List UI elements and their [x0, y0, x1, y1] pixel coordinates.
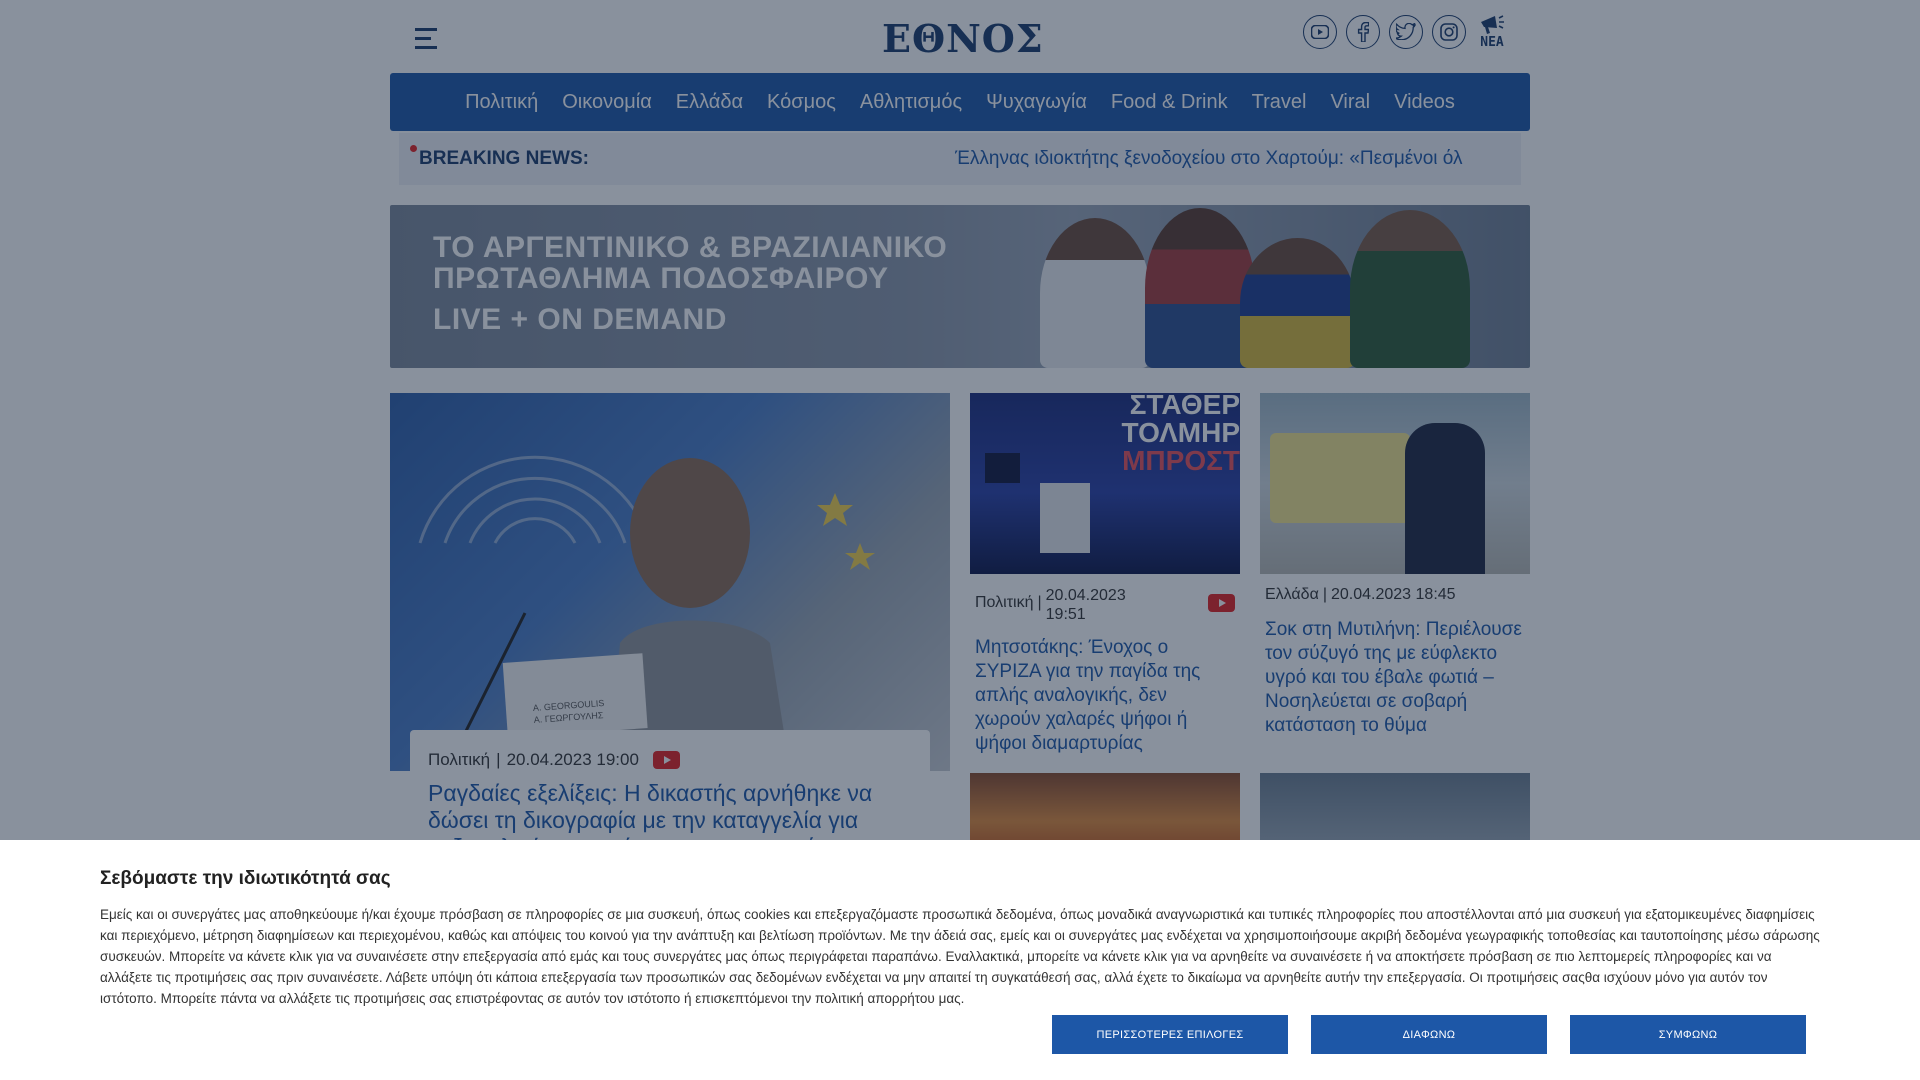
cookie-consent-dialog: Σεβόμαστε την ιδιωτικότητά σας Εμείς και… — [0, 840, 1920, 1080]
consent-title: Σεβόμαστε την ιδιωτικότητά σας — [100, 868, 391, 889]
consent-text: Εμείς και οι συνεργάτες μας αποθηκεύουμε… — [100, 907, 1820, 1006]
more-options-button[interactable]: ΠΕΡΙΣΣΟΤΕΡΕΣ ΕΠΙΛΟΓΕΣ — [1052, 1015, 1288, 1054]
consent-buttons: ΠΕΡΙΣΣΟΤΕΡΕΣ ΕΠΙΛΟΓΕΣ ΔΙΑΦΩΝΩ ΣΥΜΦΩΝΩ — [1052, 1015, 1806, 1054]
agree-button[interactable]: ΣΥΜΦΩΝΩ — [1570, 1015, 1806, 1054]
disagree-button[interactable]: ΔΙΑΦΩΝΩ — [1311, 1015, 1547, 1054]
